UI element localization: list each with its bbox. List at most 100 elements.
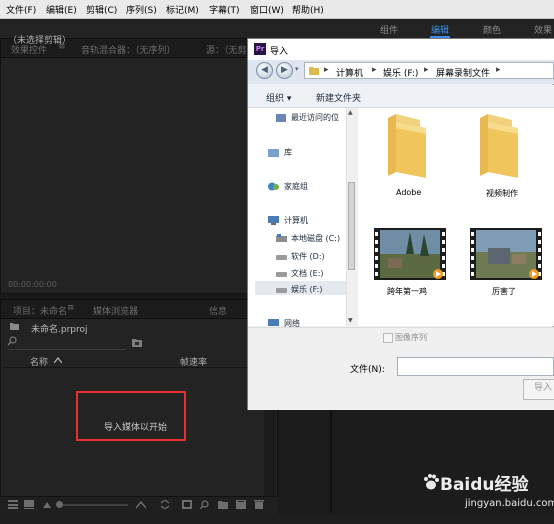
watermark-brand: Baidu经验 bbox=[440, 475, 529, 495]
folder-icon bbox=[480, 114, 518, 178]
workspace-assembly[interactable]: 组件 bbox=[380, 23, 398, 36]
nav-drive-f[interactable]: 娱乐 (F:) bbox=[291, 284, 322, 295]
tab-project[interactable]: 项目：未命名 bbox=[13, 304, 67, 317]
nav-homegroup[interactable]: 家庭组 bbox=[284, 181, 308, 192]
panel-divider[interactable] bbox=[330, 400, 332, 513]
file-item-adobe[interactable]: Adobe bbox=[378, 112, 444, 202]
menu-edit[interactable]: 编辑(E) bbox=[46, 3, 77, 16]
nav-drive-d[interactable]: 软件 (D:) bbox=[291, 251, 325, 262]
breadcrumb-separator-icon[interactable]: ▸ bbox=[496, 65, 501, 75]
back-arrow-icon: ◀ bbox=[261, 65, 268, 75]
tab-info[interactable]: 信息 bbox=[209, 304, 227, 317]
column-framerate[interactable]: 帧速率 bbox=[180, 355, 207, 368]
file-item-video-2[interactable]: 厉害了 bbox=[470, 228, 546, 298]
breadcrumb-separator-icon[interactable]: ▸ bbox=[372, 65, 377, 75]
breadcrumb-separator-icon[interactable]: ▸ bbox=[324, 65, 329, 75]
new-item-icon[interactable] bbox=[236, 500, 246, 509]
tab-audio-mixer[interactable]: 音轨混合器：（无序列） bbox=[81, 43, 176, 56]
recent-locations-chevron-icon[interactable]: ▾ bbox=[295, 65, 299, 73]
zoom-slider-track[interactable] bbox=[58, 504, 128, 506]
baidu-paw-icon bbox=[424, 474, 439, 490]
image-sequence-checkbox[interactable] bbox=[383, 333, 393, 343]
file-name: 跨年第一鸡 bbox=[387, 287, 427, 296]
workspace-editing[interactable]: 编辑 bbox=[431, 23, 449, 36]
find-icon[interactable] bbox=[199, 500, 209, 509]
breadcrumb-screen-recordings[interactable]: 屏幕录制文件 bbox=[436, 66, 490, 79]
file-name: Adobe bbox=[396, 188, 422, 197]
library-icon bbox=[268, 149, 279, 157]
menu-file[interactable]: 文件(F) bbox=[6, 3, 36, 16]
filename-label: 文件(N): bbox=[350, 365, 385, 375]
nav-library[interactable]: 库 bbox=[284, 147, 292, 158]
new-bin-icon[interactable] bbox=[218, 500, 228, 509]
folder-icon bbox=[388, 114, 426, 178]
dialog-titlebar[interactable] bbox=[248, 39, 554, 61]
project-tab-bar: 项目：未命名 ≡ 媒体浏览器 信息 bbox=[1, 300, 277, 319]
folder-icon bbox=[309, 67, 319, 75]
file-item-video-1[interactable]: 跨年第一鸡 bbox=[374, 228, 450, 298]
back-button[interactable]: ◀ bbox=[256, 62, 273, 79]
watermark-url: jingyan.baidu.com bbox=[465, 498, 554, 509]
new-bin-icon[interactable] bbox=[132, 338, 142, 347]
import-button[interactable]: 导入 bbox=[523, 379, 554, 400]
nav-computer[interactable]: 计算机 bbox=[284, 215, 308, 226]
file-name: 视频制作 bbox=[486, 189, 518, 198]
menu-bar: 文件(F) 编辑(E) 剪辑(C) 序列(S) 标记(M) 字幕(T) 窗口(W… bbox=[0, 0, 554, 19]
nav-drive-c[interactable]: 本地磁盘 (C:) bbox=[291, 233, 340, 244]
workspace-bar: 组件 编辑 颜色 效果 bbox=[0, 19, 554, 38]
breadcrumb-computer[interactable]: 计算机 bbox=[336, 66, 363, 79]
column-name[interactable]: 名称 bbox=[30, 355, 48, 368]
tab-menu-icon[interactable]: ≡ bbox=[67, 303, 75, 313]
scroll-down-icon[interactable]: ▼ bbox=[348, 317, 353, 324]
zoom-in-icon[interactable] bbox=[136, 500, 146, 509]
filename-input[interactable] bbox=[397, 357, 554, 376]
workspace-effects[interactable]: 效果 bbox=[534, 23, 552, 36]
forward-button[interactable]: ▶ bbox=[276, 62, 293, 79]
computer-icon bbox=[268, 216, 279, 225]
zoom-slider-handle[interactable] bbox=[56, 501, 63, 508]
breadcrumb-drive-f[interactable]: 娱乐 (F:) bbox=[383, 66, 418, 79]
dialog-title: 导入 bbox=[270, 47, 289, 57]
workspace-color[interactable]: 颜色 bbox=[483, 23, 501, 36]
source-timecode: 00:00:00:00 bbox=[8, 280, 57, 289]
no-clip-text: （未选择剪辑） bbox=[8, 36, 72, 46]
menu-marker[interactable]: 标记(M) bbox=[166, 3, 199, 16]
video-thumbnail-icon bbox=[374, 228, 446, 280]
menu-sequence[interactable]: 序列(S) bbox=[126, 3, 157, 16]
file-name: 厉害了 bbox=[492, 287, 516, 296]
menu-title[interactable]: 字幕(T) bbox=[209, 3, 240, 16]
recent-places-icon bbox=[276, 114, 286, 122]
list-view-icon[interactable] bbox=[8, 500, 18, 509]
breadcrumb-separator-icon[interactable]: ▸ bbox=[424, 65, 429, 75]
drive-icon bbox=[276, 255, 287, 260]
source-panel: 效果控件 ≡ 音轨混合器：（无序列） 源：（无剪辑） bbox=[0, 38, 265, 294]
menu-window[interactable]: 窗口(W) bbox=[250, 3, 284, 16]
organize-label: 组织 bbox=[266, 94, 285, 104]
automate-to-sequence-icon[interactable] bbox=[182, 500, 192, 509]
nav-drive-e[interactable]: 文档 (E:) bbox=[291, 268, 324, 279]
nav-recent-places[interactable]: 最近访问的位 bbox=[291, 112, 339, 123]
import-media-prompt[interactable]: 导入媒体以开始 bbox=[104, 420, 167, 433]
new-folder-button[interactable]: 新建文件夹 bbox=[316, 91, 361, 104]
drive-icon bbox=[276, 272, 287, 277]
dialog-toolbar bbox=[248, 85, 554, 108]
icon-view-icon[interactable] bbox=[24, 500, 34, 509]
video-thumbnail-icon bbox=[470, 228, 542, 280]
freeform-view-icon[interactable] bbox=[42, 500, 52, 509]
menu-clip[interactable]: 剪辑(C) bbox=[86, 3, 117, 16]
search-input[interactable] bbox=[8, 349, 126, 350]
search-icon[interactable] bbox=[7, 336, 17, 346]
menu-help[interactable]: 帮助(H) bbox=[292, 3, 324, 16]
trash-icon[interactable] bbox=[254, 500, 264, 509]
organize-menu[interactable]: 组织 ▾ bbox=[266, 91, 291, 104]
sort-icons-icon[interactable] bbox=[160, 500, 170, 509]
local-disk-icon bbox=[276, 234, 287, 242]
project-filename: 未命名.prproj bbox=[31, 325, 88, 335]
image-sequence-label: 图像序列 bbox=[395, 333, 427, 342]
scroll-up-icon[interactable]: ▲ bbox=[348, 109, 353, 116]
file-item-video-production[interactable]: 视频制作 bbox=[470, 112, 542, 202]
tab-media-browser[interactable]: 媒体浏览器 bbox=[93, 304, 138, 317]
premiere-app-icon: Pr bbox=[254, 43, 266, 55]
navigation-scroll-thumb[interactable] bbox=[348, 182, 355, 270]
sort-ascending-icon[interactable] bbox=[54, 357, 62, 363]
